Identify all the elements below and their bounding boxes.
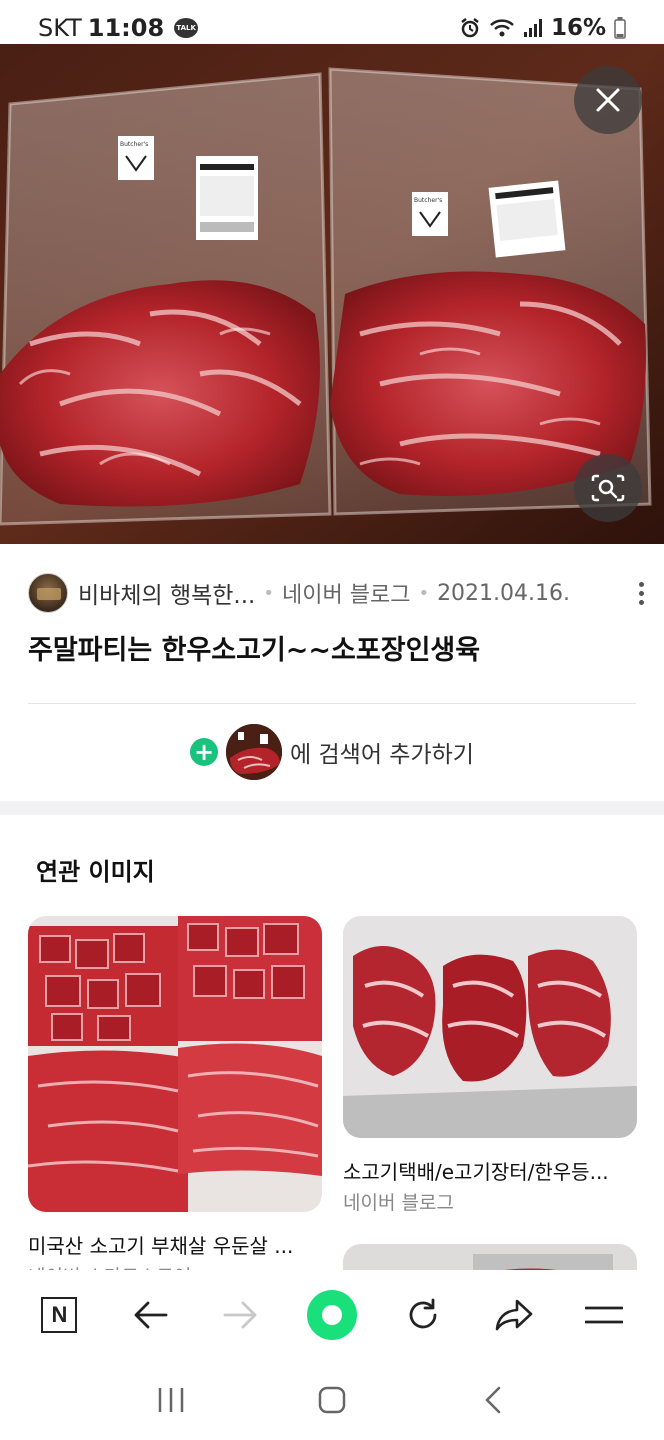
- naver-n-icon: N: [41, 1297, 78, 1333]
- related-image: [343, 916, 637, 1138]
- more-options-icon[interactable]: [639, 581, 644, 605]
- post-date: 2021.04.16.: [437, 580, 571, 606]
- battery-percent: 16%: [550, 15, 606, 41]
- menu-button[interactable]: [572, 1283, 636, 1347]
- separator-dot: •: [418, 582, 430, 604]
- related-image: [28, 916, 322, 1212]
- chevron-left-icon: [486, 1386, 501, 1414]
- related-images-heading: 연관 이미지: [36, 858, 155, 886]
- image-title[interactable]: 주말파티는 한우소고기~~소포장인생육: [28, 628, 644, 667]
- green-dot-button[interactable]: [300, 1283, 364, 1347]
- arrow-right-icon: [223, 1301, 257, 1329]
- related-image-card[interactable]: [343, 916, 637, 1138]
- close-icon: [596, 88, 620, 112]
- svg-text:Butcher's: Butcher's: [120, 141, 148, 148]
- refresh-button[interactable]: [391, 1283, 455, 1347]
- related-card-title[interactable]: 미국산 소고기 부채살 우둔살 ...: [28, 1230, 318, 1259]
- add-search-term-button[interactable]: + 에 검색어 추가하기: [0, 724, 664, 780]
- share-button[interactable]: [482, 1283, 546, 1347]
- recent-apps-icon: [158, 1388, 183, 1412]
- status-left: SKT 11:08 TALK: [38, 14, 199, 42]
- clock: 11:08: [87, 14, 165, 42]
- meat-package-photo: Butcher's Butcher's: [0, 44, 664, 544]
- source-row: 비바체의 행복한... • 네이버 블로그 • 2021.04.16.: [28, 572, 644, 614]
- close-button[interactable]: [574, 66, 642, 134]
- plus-icon: +: [190, 738, 219, 766]
- kakaotalk-icon: TALK: [174, 18, 199, 38]
- naver-home-button[interactable]: N: [27, 1283, 91, 1347]
- recent-apps-button[interactable]: [139, 1368, 203, 1432]
- carrier-label: SKT: [38, 14, 82, 42]
- separator-dot: •: [263, 582, 274, 604]
- battery-icon: [614, 17, 626, 39]
- status-right: 16%: [459, 15, 626, 41]
- image-search-button[interactable]: [574, 454, 642, 522]
- home-icon: [318, 1386, 346, 1414]
- section-separator: [0, 801, 664, 815]
- divider: [28, 703, 636, 704]
- home-button[interactable]: [300, 1368, 364, 1432]
- alarm-icon: [461, 18, 479, 38]
- signal-icon: [523, 19, 542, 37]
- search-thumbnail: [226, 724, 283, 780]
- related-image-card[interactable]: [28, 916, 322, 1212]
- android-nav-bar: [0, 1360, 664, 1440]
- related-card-title[interactable]: 소고기택배/e고기장터/한우등...: [343, 1156, 637, 1185]
- back-button[interactable]: [118, 1283, 182, 1347]
- svg-text:Butcher's: Butcher's: [414, 197, 442, 204]
- arrow-left-icon: [134, 1301, 168, 1329]
- source-platform: 네이버 블로그: [282, 583, 411, 608]
- hero-image[interactable]: Butcher's Butcher's: [0, 44, 664, 544]
- hamburger-icon: [585, 1306, 624, 1324]
- add-search-label: 에 검색어 추가하기: [290, 742, 474, 768]
- green-dot-icon: [306, 1290, 357, 1340]
- browser-toolbar: N: [0, 1270, 664, 1360]
- forward-button[interactable]: [209, 1283, 273, 1347]
- source-name[interactable]: 비바체의 행복한...: [78, 576, 255, 610]
- system-back-button[interactable]: [461, 1368, 525, 1432]
- share-icon: [495, 1299, 532, 1331]
- lens-search-icon: [591, 474, 625, 502]
- blog-avatar[interactable]: [28, 573, 68, 613]
- refresh-icon: [409, 1298, 437, 1329]
- wifi-icon: [490, 19, 514, 37]
- related-card-source: 네이버 블로그: [343, 1192, 454, 1214]
